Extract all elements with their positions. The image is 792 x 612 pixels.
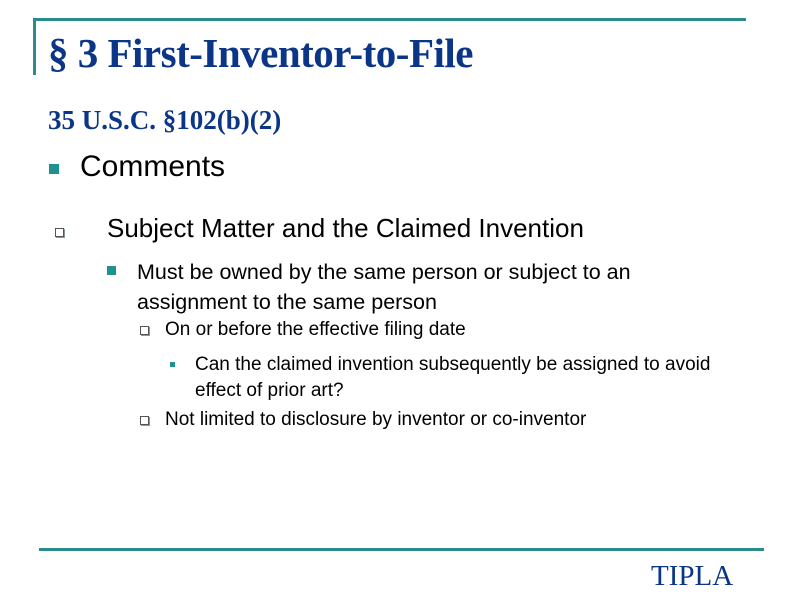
slide-subtitle: 35 U.S.C. §102(b)(2) [48, 105, 282, 135]
bullet-text: Comments [80, 150, 226, 183]
slide-title: § 3 First-Inventor-to-File [48, 30, 473, 76]
bullet-text: Subject Matter and the Claimed Invention [107, 213, 584, 243]
filled-square-bullet-icon [107, 266, 116, 275]
bullet-text: Can the claimed invention subsequently b… [195, 354, 711, 401]
hollow-square-bullet-icon [140, 326, 149, 335]
bottom-accent-rule [39, 548, 764, 551]
filled-square-bullet-icon [49, 164, 59, 174]
hollow-square-bullet-icon [55, 228, 64, 237]
bullet-text: Must be owned by the same person or subj… [137, 260, 631, 314]
hollow-square-bullet-icon [140, 416, 149, 425]
bullet-text: On or before the effective filing date [165, 319, 466, 340]
small-filled-square-bullet-icon [170, 362, 175, 367]
footer-logo-text: TIPLA [651, 560, 734, 592]
bullet-text: Not limited to disclosure by inventor or… [165, 409, 587, 430]
top-accent-rule [33, 18, 746, 21]
left-accent-rule [33, 18, 36, 75]
